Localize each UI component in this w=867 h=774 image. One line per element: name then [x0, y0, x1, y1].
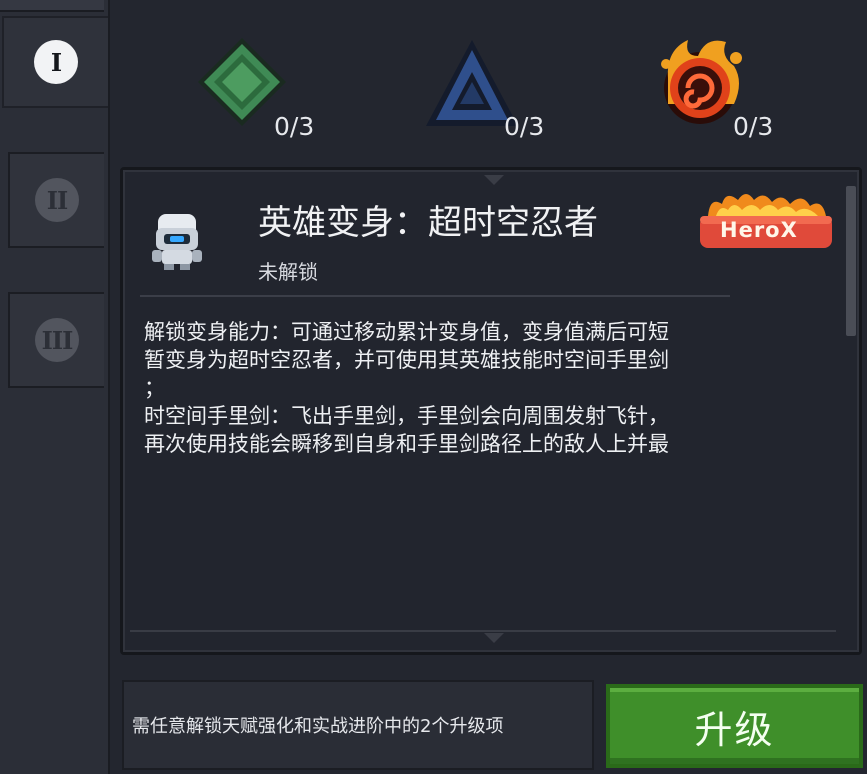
fire-gem-count: 0/3: [733, 112, 774, 141]
tier-3-numeral: III: [35, 318, 79, 362]
tab-tier-1[interactable]: I: [2, 16, 108, 108]
green-gem-count: 0/3: [274, 112, 315, 141]
tab-tier-2[interactable]: II: [8, 152, 104, 248]
rail-top-edge: [0, 0, 104, 12]
tier-1-numeral: I: [34, 40, 78, 84]
tier-2-numeral: II: [35, 178, 79, 222]
tab-tier-3[interactable]: III: [8, 292, 104, 388]
card-scrollbar[interactable]: [846, 186, 856, 336]
requirement-note: 需任意解锁天赋强化和实战进阶中的2个升级项: [122, 680, 594, 770]
blue-gem-count: 0/3: [504, 112, 545, 141]
talent-description: 解锁变身能力：可通过移动累计变身值，变身值满后可短 暂变身为超时空忍者，并可使用…: [144, 320, 669, 456]
upgrade-button[interactable]: 升级: [606, 684, 863, 768]
talent-status: 未解锁: [258, 260, 318, 284]
ninja-hero-avatar: [152, 214, 202, 270]
talent-title: 英雄变身：超时空忍者: [258, 203, 598, 243]
tab-rail: I II III: [0, 0, 108, 774]
scroll-down-chevron-icon[interactable]: [484, 633, 504, 643]
title-divider: [140, 295, 730, 297]
card-bottom-divider: [130, 630, 836, 632]
herox-badge-label: HeroX: [720, 218, 798, 242]
scroll-up-chevron-icon[interactable]: [484, 175, 504, 185]
